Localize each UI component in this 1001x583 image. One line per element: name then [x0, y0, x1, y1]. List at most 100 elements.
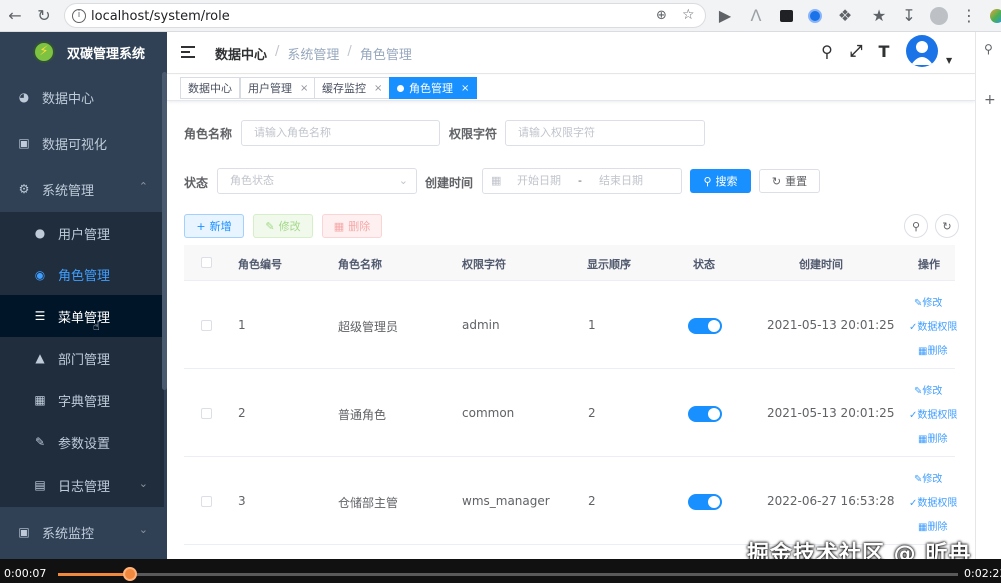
caret-down-icon[interactable]: ▼: [946, 56, 952, 65]
row-edit-link[interactable]: ✎修改: [914, 470, 942, 485]
select-all-checkbox[interactable]: [201, 257, 212, 268]
tab-role[interactable]: 角色管理 ×: [389, 77, 478, 99]
role-name: 普通角色: [338, 408, 387, 422]
tab-label: 缓存监控: [322, 82, 366, 95]
sidebar-item-config[interactable]: ✎ 参数设置: [0, 421, 164, 463]
tab-dashboard[interactable]: 数据中心: [180, 77, 240, 99]
sidebar-item-system[interactable]: ⚙ 系统管理 ⌃: [0, 166, 164, 212]
end-date-placeholder[interactable]: 结束日期: [599, 169, 643, 193]
row-data-permission-link[interactable]: ✓数据权限: [909, 406, 957, 421]
extension-a-icon[interactable]: Λ: [747, 7, 765, 25]
row-delete-link[interactable]: ▦删除: [918, 518, 947, 533]
edit-button[interactable]: ✎ 修改: [253, 214, 313, 238]
sidebar-item-role[interactable]: ◉ 角色管理: [0, 254, 164, 295]
profile-icon[interactable]: [930, 7, 948, 25]
op-label: 修改: [922, 386, 943, 397]
search-icon[interactable]: ⚲: [984, 42, 993, 56]
search-button[interactable]: ⚲ 搜索: [690, 169, 751, 193]
created-time: 2021-05-13 20:01:25: [767, 318, 895, 332]
reading-list-icon[interactable]: ★: [870, 7, 888, 25]
sidebar-scrollbar[interactable]: [162, 72, 167, 390]
reload-icon[interactable]: ↻: [35, 7, 53, 25]
refresh-icon: ↻: [942, 219, 952, 233]
start-date-placeholder[interactable]: 开始日期: [517, 169, 561, 193]
row-delete-link[interactable]: ▦删除: [918, 342, 947, 357]
table-row: 3 仓储部主管 wms_manager 2 2022-06-27 16:53:2…: [184, 457, 957, 545]
role-key-label: 权限字符: [449, 127, 498, 141]
row-edit-link[interactable]: ✎修改: [914, 382, 942, 397]
extensions-icon[interactable]: ❖: [836, 7, 854, 25]
op-label: 数据权限: [917, 322, 958, 333]
status-switch[interactable]: [688, 318, 722, 334]
role-name-input[interactable]: 请输入角色名称: [241, 120, 440, 146]
sidebar-item-dashboard[interactable]: ◕ 数据中心: [0, 74, 164, 120]
bookmark-star-icon[interactable]: ☆: [682, 7, 695, 23]
peoples-icon: ◉: [34, 267, 46, 282]
role-name-label: 角色名称: [184, 127, 233, 141]
close-icon[interactable]: ×: [461, 83, 469, 94]
video-current-time: 0:00:07: [4, 567, 47, 580]
avatar[interactable]: [906, 35, 938, 67]
edge-copilot-icon[interactable]: [988, 7, 1001, 25]
row-checkbox[interactable]: [201, 320, 212, 331]
row-data-permission-link[interactable]: ✓数据权限: [909, 494, 957, 509]
close-icon[interactable]: ×: [300, 83, 308, 94]
video-progress-track[interactable]: [58, 573, 958, 576]
sidebar-item-label: 用户管理: [58, 227, 111, 243]
sidebar-item-dict[interactable]: ▦ 字典管理: [0, 379, 164, 421]
hamburger-icon[interactable]: [181, 46, 195, 61]
delete-button[interactable]: ▦ 删除: [322, 214, 382, 238]
sidebar-item-label: 数据可视化: [42, 137, 108, 153]
sidebar-item-visualization[interactable]: ▣ 数据可视化: [0, 120, 164, 166]
download-icon[interactable]: ↧: [900, 7, 918, 25]
breadcrumb-item: 系统管理: [287, 48, 340, 63]
column-header: 角色名称: [338, 258, 382, 271]
plus-icon[interactable]: +: [984, 92, 996, 108]
close-icon[interactable]: ×: [374, 83, 382, 94]
op-label: 删除: [927, 434, 948, 445]
status-switch[interactable]: [688, 494, 722, 510]
zoom-icon[interactable]: ⊕: [656, 8, 667, 23]
sidebar-item-label: 部门管理: [58, 352, 111, 368]
date-range-picker[interactable]: ▦ 开始日期 - 结束日期: [482, 168, 682, 194]
toggle-search-button[interactable]: ⚲: [904, 214, 928, 238]
row-checkbox[interactable]: [201, 408, 212, 419]
add-button[interactable]: + 新增: [184, 214, 244, 238]
row-delete-link[interactable]: ▦删除: [918, 430, 947, 445]
row-checkbox[interactable]: [201, 496, 212, 507]
sidebar-item-dept[interactable]: ▲ 部门管理: [0, 337, 164, 379]
chevron-down-icon: ⌄: [138, 523, 148, 536]
refresh-table-button[interactable]: ↻: [935, 214, 959, 238]
sidebar-item-monitor[interactable]: ▣ 系统监控 ⌄: [0, 509, 164, 555]
font-size-icon[interactable]: T: [875, 42, 893, 61]
search-icon[interactable]: ⚲: [818, 42, 836, 61]
tab-cache[interactable]: 缓存监控 ×: [314, 77, 391, 99]
sidebar-item-user[interactable]: ● 用户管理: [0, 212, 164, 254]
row-data-permission-link[interactable]: ✓数据权限: [909, 318, 957, 333]
tab-label: 数据中心: [188, 82, 232, 95]
video-scrubber-handle[interactable]: [123, 567, 137, 581]
sidebar-item-log[interactable]: ▤ 日志管理 ⌄: [0, 463, 164, 507]
tab-user[interactable]: 用户管理 ×: [240, 77, 317, 99]
fullscreen-icon[interactable]: ⤢: [847, 41, 865, 60]
back-icon[interactable]: ←: [6, 7, 24, 25]
table-header: 角色编号 角色名称 权限字符 显示顺序 状态 创建时间 操作: [184, 245, 955, 281]
sidebar-item-menu[interactable]: ☰ 菜单管理 ☝: [0, 295, 164, 337]
extension-c-icon[interactable]: [806, 7, 824, 25]
reset-button-label: 重置: [785, 175, 808, 188]
role-key-input[interactable]: 请输入权限字符: [505, 120, 705, 146]
reset-button[interactable]: ↻ 重置: [759, 169, 820, 193]
status-select[interactable]: 角色状态 ⌄: [217, 168, 417, 194]
row-edit-link[interactable]: ✎修改: [914, 294, 942, 309]
gear-icon: ⚙: [18, 182, 30, 196]
breadcrumb-item[interactable]: 数据中心: [215, 44, 267, 63]
menu-dots-icon[interactable]: ⋮: [960, 7, 978, 25]
play-icon[interactable]: ▶: [716, 7, 734, 25]
range-separator: -: [578, 174, 582, 187]
site-info-icon[interactable]: i: [72, 9, 86, 23]
dict-icon: ▦: [34, 393, 46, 407]
search-button-label: 搜索: [715, 175, 738, 188]
extension-b-icon[interactable]: [777, 7, 795, 25]
status-switch[interactable]: [688, 406, 722, 422]
address-bar[interactable]: i localhost/system/role ⊕ ☆: [64, 3, 706, 28]
